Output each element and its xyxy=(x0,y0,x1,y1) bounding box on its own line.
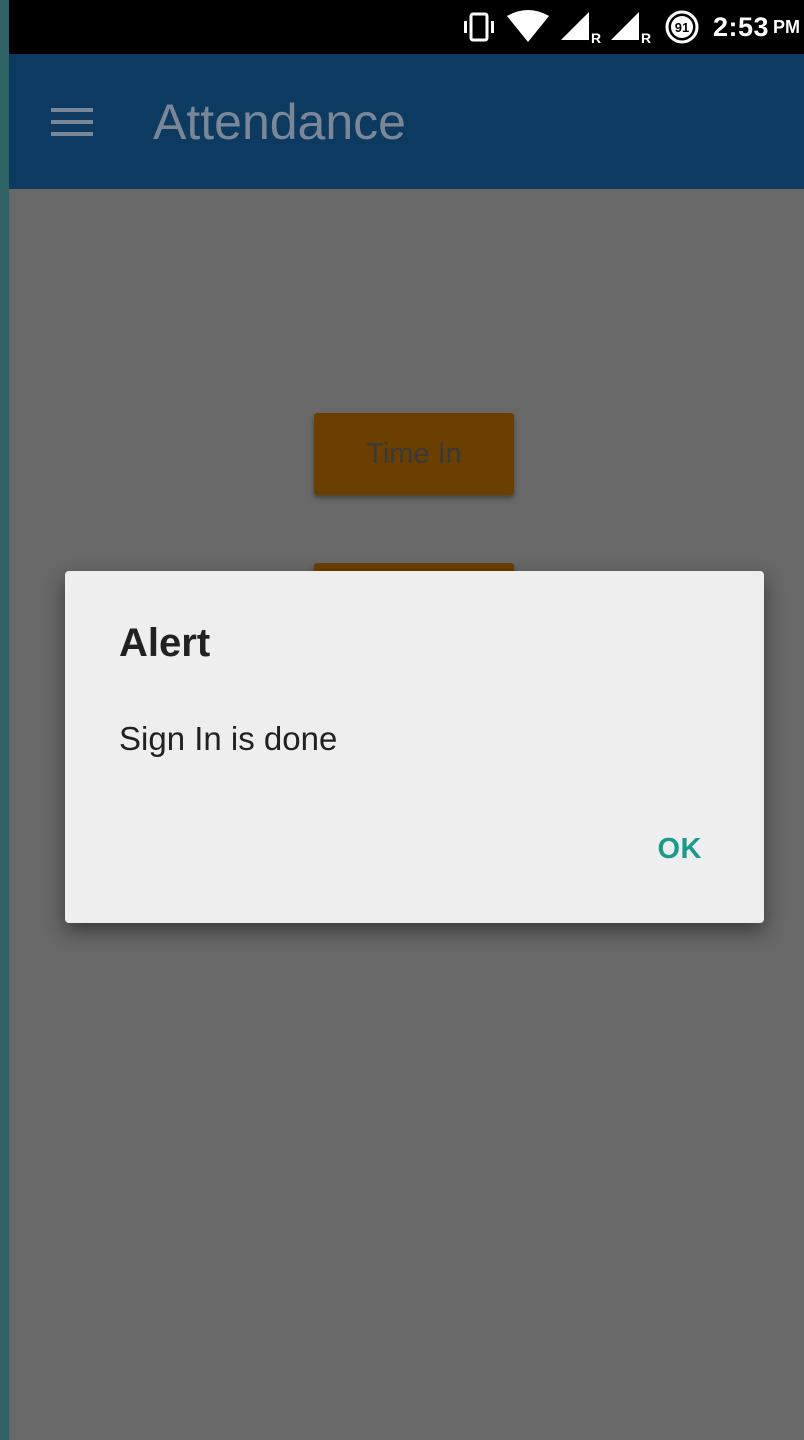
battery-icon: 91 xyxy=(665,10,699,44)
status-time: 2:53 xyxy=(712,11,769,42)
svg-text:R: R xyxy=(591,30,601,44)
hamburger-menu-icon[interactable] xyxy=(31,81,113,163)
page-title: Attendance xyxy=(153,93,406,150)
vibrate-icon xyxy=(461,12,497,42)
signal-roaming-icon: R xyxy=(559,10,601,44)
background-edge xyxy=(0,0,9,1440)
time-in-button[interactable]: Time In xyxy=(314,413,514,495)
status-ampm: PM xyxy=(773,16,800,37)
status-bar: R R 91 2:53 PM xyxy=(9,0,804,54)
svg-text:91: 91 xyxy=(675,20,689,35)
ok-button[interactable]: OK xyxy=(658,833,703,866)
signal-roaming-icon: R xyxy=(609,10,651,44)
app-bar: Attendance xyxy=(9,54,804,189)
svg-text:R: R xyxy=(641,30,651,44)
dialog-message: Sign In is done xyxy=(119,720,338,757)
alert-dialog: Alert Sign In is done OK xyxy=(65,571,764,923)
wifi-icon xyxy=(505,10,551,44)
dialog-title: Alert xyxy=(119,621,211,665)
